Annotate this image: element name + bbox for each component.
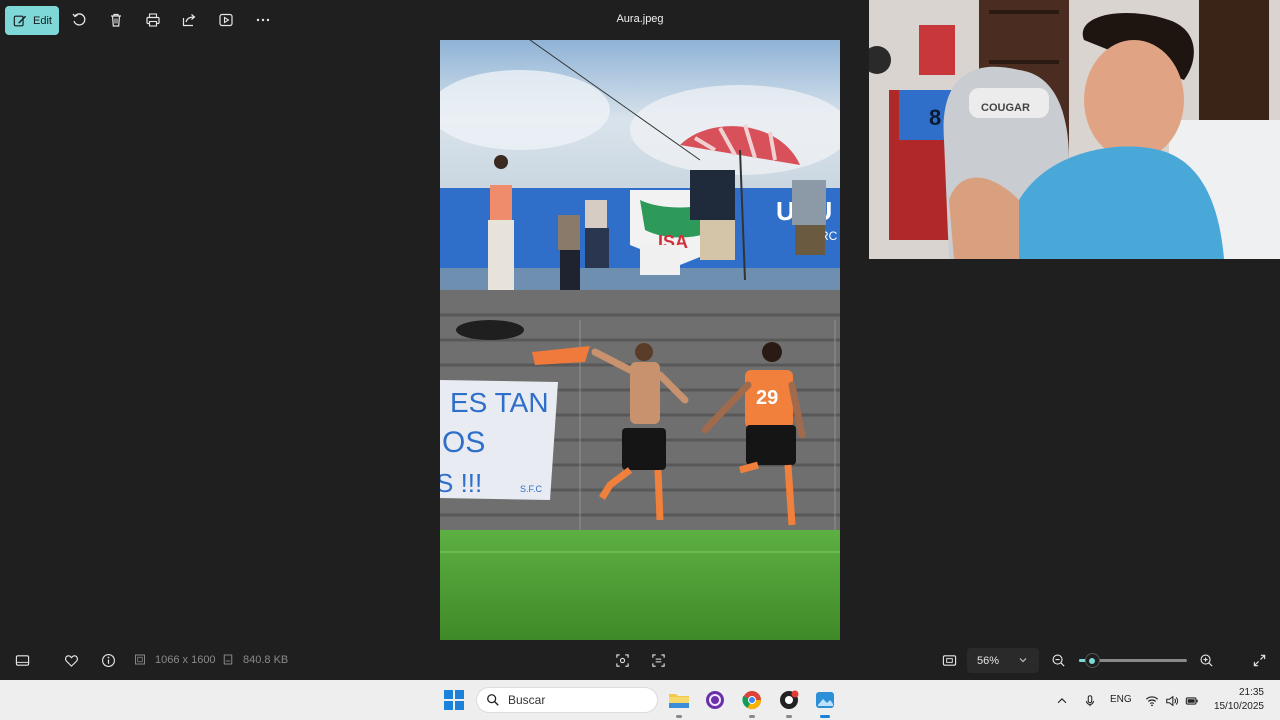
banner-text-line1: ES TAN (450, 387, 549, 418)
volume-icon[interactable] (1164, 693, 1179, 708)
start-button[interactable] (444, 690, 464, 710)
bottom-bar: 1066 x 1600 840.8 KB 56% (0, 640, 1280, 680)
delete-icon[interactable] (107, 11, 125, 29)
windows-logo-pane (444, 701, 453, 710)
chevron-up-icon[interactable] (1054, 693, 1069, 708)
photo-viewer-app: Edit Aura.jpeg ISA RC ES TAN OS S !!! S.… (0, 0, 1280, 720)
windows-logo-pane (444, 690, 453, 699)
app-launcher-icon[interactable] (703, 688, 727, 712)
input-language[interactable]: ENG (1110, 694, 1132, 705)
system-clock[interactable]: 21:35 15/10/2025 (1206, 686, 1264, 714)
more-icon[interactable] (254, 11, 272, 29)
edit-label: Edit (33, 14, 52, 27)
slideshow-icon[interactable] (217, 11, 235, 29)
filmstrip-icon[interactable] (14, 652, 30, 668)
zoom-in-icon[interactable] (1198, 652, 1214, 668)
zoom-slider[interactable] (1079, 654, 1187, 667)
taskbar: Buscar ENG 21:35 15/10/2025 (0, 680, 1280, 720)
file-explorer-icon[interactable] (667, 688, 691, 718)
windows-logo-pane (455, 701, 464, 710)
taskbar-search[interactable]: Buscar (476, 687, 658, 713)
search-placeholder: Buscar (508, 693, 546, 707)
info-icon[interactable] (100, 652, 116, 668)
chrome-icon[interactable] (740, 688, 764, 718)
recording-app-icon[interactable] (777, 688, 801, 718)
dimensions-icon (134, 653, 146, 665)
banner-text-line3: S !!! (440, 468, 482, 498)
active-indicator (820, 715, 830, 718)
photos-app-icon[interactable] (813, 688, 837, 718)
rotate-icon[interactable] (70, 11, 88, 29)
image-dimensions: 1066 x 1600 (155, 654, 216, 666)
banner-text-line2: OS (442, 426, 485, 459)
chair-text: COUGAR (981, 102, 1030, 114)
fit-to-window-icon[interactable] (941, 652, 957, 668)
file-size: 840.8 KB (243, 654, 289, 666)
zoom-out-icon[interactable] (1050, 652, 1066, 668)
webcam-overlay: 8 COUGAR (869, 0, 1280, 259)
zoom-value: 56% (977, 654, 1000, 667)
microphone-icon[interactable] (1082, 693, 1097, 708)
share-icon[interactable] (180, 11, 198, 29)
clock-time: 21:35 (1238, 687, 1264, 698)
running-indicator (786, 715, 792, 718)
file-size-icon (222, 653, 234, 665)
clock-date: 15/10/2025 (1213, 701, 1264, 712)
chevron-down-icon (1019, 658, 1027, 663)
windows-logo-pane (455, 690, 464, 699)
battery-icon[interactable] (1184, 693, 1199, 708)
running-indicator (749, 715, 755, 718)
shirt-number: 8 (929, 105, 941, 130)
photo-canvas: ISA URU RC (440, 40, 840, 640)
displayed-photo[interactable]: ISA URU RC (440, 40, 840, 640)
window-title: Aura.jpeg (616, 13, 664, 25)
zoom-select[interactable]: 56% (967, 648, 1039, 673)
fullscreen-icon[interactable] (1251, 652, 1267, 668)
edit-icon (13, 15, 26, 26)
zoom-slider-thumb[interactable] (1085, 654, 1099, 667)
jersey-number: 29 (756, 387, 778, 409)
visual-search-icon[interactable] (614, 652, 630, 668)
print-icon[interactable] (144, 11, 162, 29)
wifi-icon[interactable] (1144, 693, 1159, 708)
running-indicator (676, 715, 682, 718)
webcam-feed: 8 COUGAR (869, 0, 1280, 259)
favorite-icon[interactable] (63, 652, 79, 668)
edit-button[interactable]: Edit (5, 6, 59, 35)
scan-text-icon[interactable] (650, 652, 666, 668)
banner-signature: S.F.C (520, 484, 543, 494)
search-icon (487, 694, 499, 706)
